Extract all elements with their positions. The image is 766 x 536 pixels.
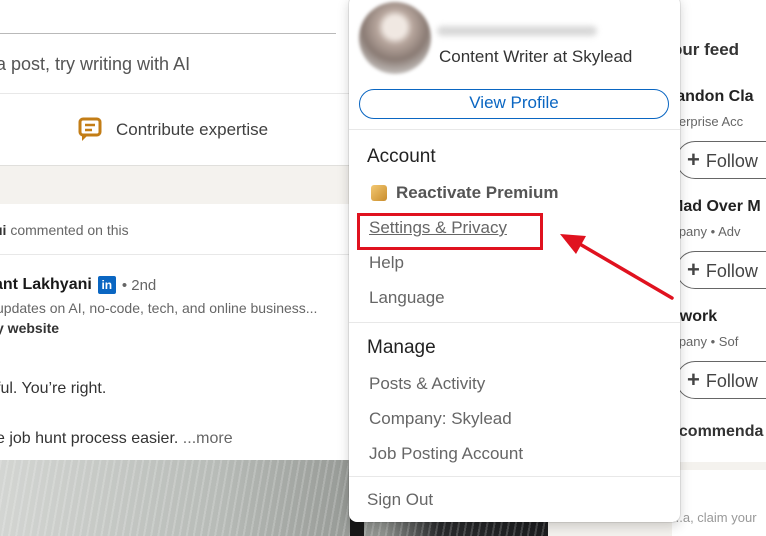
- post-text-fragment: e job hunt process easier.: [0, 430, 179, 447]
- profile-headline: Content Writer at Skylead: [439, 47, 633, 66]
- author-name[interactable]: ant Lakhyani: [0, 276, 92, 294]
- follow-button[interactable]: + Follow: [676, 251, 766, 289]
- recommendation-name[interactable]: randon Cla: [670, 88, 754, 106]
- view-recommendations-link[interactable]: ecommenda: [670, 423, 763, 441]
- follow-button[interactable]: + Follow: [676, 361, 766, 399]
- promo-card: ...a, claim your: [672, 470, 766, 536]
- feed-card-title: our feed: [672, 40, 740, 59]
- post-author-line: ant Lakhyani in • 2nd: [0, 276, 156, 294]
- profile-name-blurred: [437, 26, 597, 36]
- recommendation-name[interactable]: Mad Over M: [670, 198, 761, 216]
- me-dropdown-menu: Content Writer at Skylead View Profile A…: [349, 0, 680, 522]
- company-skylead-link[interactable]: Company: Skylead: [369, 409, 512, 429]
- divider: [349, 476, 680, 477]
- post-text-line: ful. You’re right.: [0, 380, 107, 397]
- see-more-link[interactable]: ...more: [183, 430, 233, 447]
- commenter-name[interactable]: ui: [0, 222, 6, 238]
- reactivate-premium-link[interactable]: Reactivate Premium: [371, 183, 559, 203]
- job-posting-account-link[interactable]: Job Posting Account: [369, 444, 523, 464]
- linkedin-premium-icon: in: [97, 276, 116, 294]
- divider: [349, 129, 680, 130]
- composer-input-border: [0, 33, 336, 34]
- follow-label: Follow: [705, 371, 758, 391]
- follow-label: Follow: [705, 151, 758, 171]
- annotation-highlight-box: [357, 213, 543, 250]
- divider: [349, 322, 680, 323]
- author-headline: updates on AI, no-code, tech, and online…: [0, 300, 318, 316]
- manage-heading: Manage: [367, 337, 436, 358]
- post-text-line: e job hunt process easier. ...more: [0, 430, 233, 448]
- help-link[interactable]: Help: [369, 253, 404, 273]
- connection-degree: • 2nd: [121, 276, 157, 294]
- reactivate-premium-label: Reactivate Premium: [396, 183, 559, 202]
- view-profile-button[interactable]: View Profile: [359, 89, 669, 119]
- context-action: commented on this: [10, 222, 129, 238]
- claim-text: ...a, claim your: [672, 510, 757, 525]
- follow-label: Follow: [705, 261, 758, 281]
- contribute-expertise-icon: [78, 117, 102, 141]
- avatar[interactable]: [359, 2, 431, 74]
- start-post-input[interactable]: t a post, try writing with AI: [0, 54, 190, 75]
- language-link[interactable]: Language: [369, 288, 445, 308]
- contribute-expertise-label: Contribute expertise: [116, 120, 269, 139]
- post-context-line: ui commented on this: [0, 222, 129, 238]
- author-website-link[interactable]: y website: [0, 320, 59, 336]
- plus-icon: +: [687, 257, 700, 282]
- plus-icon: +: [687, 147, 700, 172]
- plus-icon: +: [687, 367, 700, 392]
- posts-activity-link[interactable]: Posts & Activity: [369, 374, 485, 394]
- follow-button[interactable]: + Follow: [676, 141, 766, 179]
- sign-out-link[interactable]: Sign Out: [367, 490, 433, 510]
- add-to-feed-card: our feed randon Cla nterprise Acc + Follo…: [668, 0, 766, 462]
- premium-icon: [371, 185, 387, 201]
- contribute-expertise-button[interactable]: Contribute expertise: [76, 116, 268, 144]
- account-heading: Account: [367, 146, 436, 167]
